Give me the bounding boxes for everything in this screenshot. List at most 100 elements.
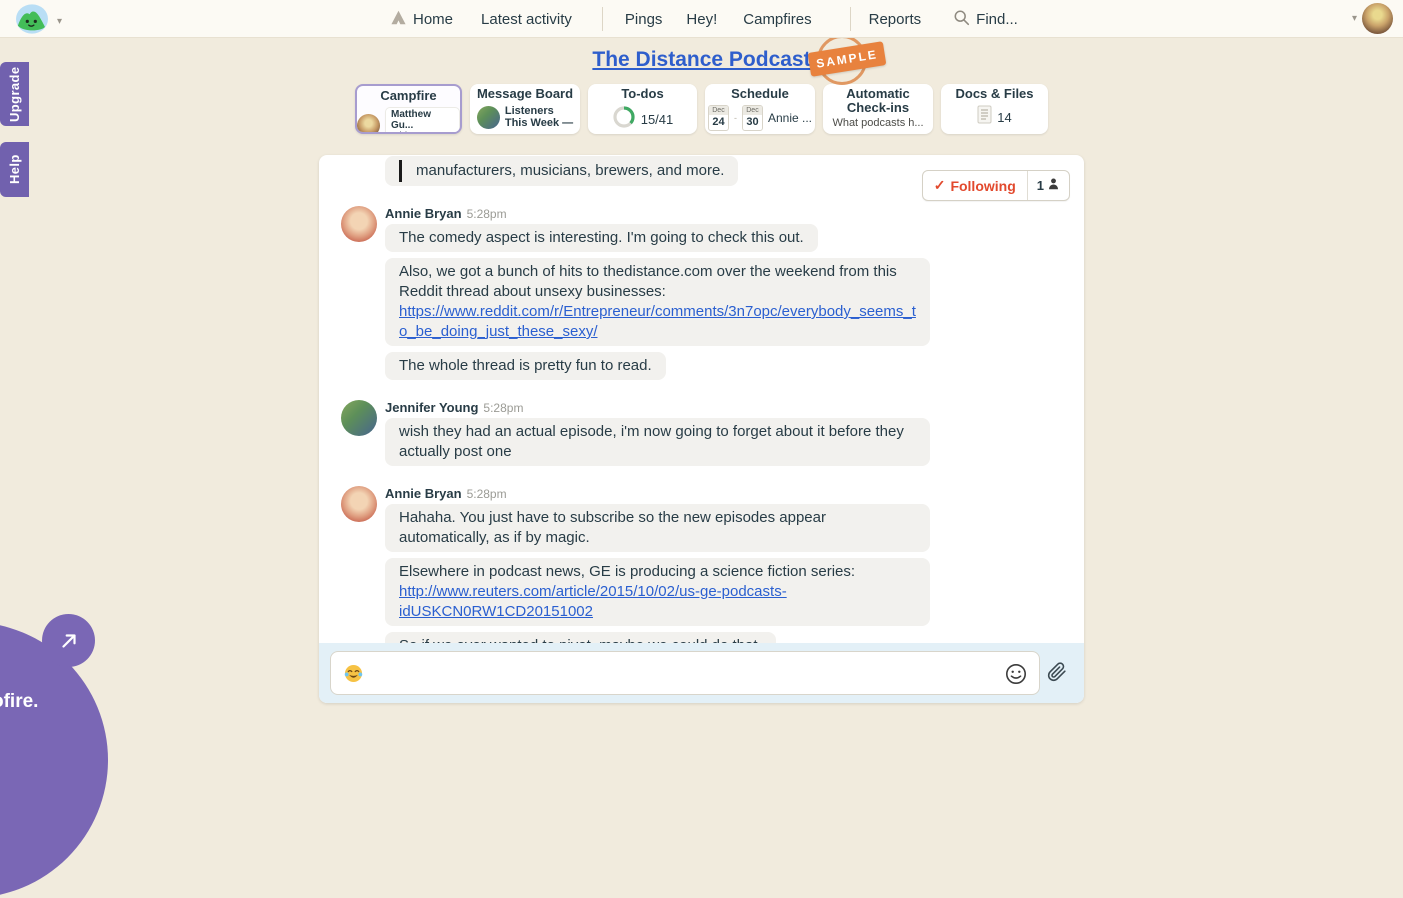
nav-pings[interactable]: Pings xyxy=(625,11,663,28)
nav-find-label: Find... xyxy=(976,11,1018,28)
top-navigation-bar: ▾ Home Latest activity Pings Hey! Campfi… xyxy=(0,0,1403,38)
message-bubble: Also, we got a bunch of hits to thedista… xyxy=(385,258,930,346)
message-header: Annie Bryan 5:28pm xyxy=(385,206,930,222)
message-text: The comedy aspect is interesting. I'm go… xyxy=(399,229,804,246)
message-bubble: Elsewhere in podcast news, GE is produci… xyxy=(385,558,930,626)
chat-message-list[interactable]: manufacturers, musicians, brewers, and m… xyxy=(319,155,1084,643)
attachment-paperclip-icon[interactable] xyxy=(1047,661,1069,685)
message-text: wish they had an actual episode, i'm now… xyxy=(399,423,904,460)
basecamp-logo-menu[interactable]: ▾ xyxy=(13,3,62,40)
calendar-tile-1: Dec 24 xyxy=(708,105,729,131)
avatar-jennifer-small xyxy=(477,106,500,129)
schedule-preview: Annie ... xyxy=(768,111,812,125)
chat-message-partial: manufacturers, musicians, brewers, and m… xyxy=(341,156,964,192)
emoji-picker-icon[interactable] xyxy=(1004,662,1028,686)
checkins-preview: What podcasts h... xyxy=(823,117,933,129)
nav-reports[interactable]: Reports xyxy=(869,11,922,28)
message-bubble: manufacturers, musicians, brewers, and m… xyxy=(385,156,738,186)
calendar-month: Dec xyxy=(743,106,762,115)
message-text: Hahaha. You just have to subscribe so th… xyxy=(399,509,826,546)
message-bubble: wish they had an actual episode, i'm now… xyxy=(385,418,930,466)
calendar-day: 24 xyxy=(709,115,728,130)
nav-latest-activity[interactable]: Latest activity xyxy=(481,11,572,28)
nav-campfires[interactable]: Campfires xyxy=(743,11,811,28)
nav-home-label: Home xyxy=(413,11,453,28)
card-docs-files[interactable]: Docs & Files 14 xyxy=(941,84,1048,134)
avatar-annie-bryan[interactable] xyxy=(341,206,377,242)
person-icon xyxy=(1047,177,1060,194)
todos-progress-ring xyxy=(612,105,636,134)
following-button[interactable]: ✓ Following xyxy=(923,171,1027,200)
message-timestamp: 5:28pm xyxy=(483,401,523,415)
promo-expand-button[interactable] xyxy=(42,614,95,667)
card-schedule[interactable]: Schedule Dec 24 - Dec 30 Annie ... xyxy=(705,84,815,134)
calendar-dash: - xyxy=(734,113,737,123)
following-label: Following xyxy=(950,178,1015,194)
chat-message-group: Annie Bryan 5:28pm The comedy aspect is i… xyxy=(341,206,964,386)
upgrade-tab[interactable]: Upgrade xyxy=(0,62,29,126)
message-link-reuters[interactable]: http://www.reuters.com/article/2015/10/0… xyxy=(399,583,787,620)
message-timestamp: 5:28pm xyxy=(467,487,507,501)
card-todos-title: To-dos xyxy=(588,87,697,101)
calendar-day: 30 xyxy=(743,115,762,130)
project-tools-row: Campfire Matthew Gu... _this_ Message Bo… xyxy=(355,84,1048,134)
chat-composer xyxy=(319,643,1084,703)
chat-message-group: Annie Bryan 5:28pm Hahaha. You just have … xyxy=(341,486,964,643)
card-checkins[interactable]: Automatic Check-ins What podcasts h... xyxy=(823,84,933,134)
help-tab[interactable]: Help xyxy=(0,142,29,197)
nav-menu: Home Latest activity Pings Hey! Campfire… xyxy=(390,0,1018,38)
message-board-line2: This Week — xyxy=(505,117,573,129)
campfire-preview: Matthew Gu... _this_ xyxy=(385,107,460,134)
campfire-preview-author: Matthew Gu... xyxy=(391,109,454,131)
message-text: manufacturers, musicians, brewers, and m… xyxy=(416,162,724,179)
card-message-board[interactable]: Message Board Listeners This Week — xyxy=(470,84,580,134)
subscriber-count: 1 xyxy=(1037,178,1044,193)
user-account-menu[interactable]: ▾ xyxy=(1352,3,1393,34)
sample-stamp: SAMPLE xyxy=(815,34,873,88)
message-header: Jennifer Young 5:28pm xyxy=(385,400,930,416)
document-icon xyxy=(977,105,992,129)
card-campfire-title: Campfire xyxy=(357,89,460,103)
basecamp-campfire-page: { "nav": { "home": "Home", "latest_activ… xyxy=(0,0,1403,720)
avatar-jennifer-young[interactable] xyxy=(341,400,377,436)
message-bubble: The whole thread is pretty fun to read. xyxy=(385,352,666,380)
todos-progress-label: 15/41 xyxy=(641,112,674,127)
check-icon: ✓ xyxy=(934,177,946,194)
project-title[interactable]: The Distance Podcast xyxy=(0,48,1403,72)
nav-hey[interactable]: Hey! xyxy=(686,11,717,28)
promo-blob xyxy=(0,622,108,898)
campfire-preview-text: _this_ xyxy=(391,131,454,134)
user-avatar xyxy=(1362,3,1393,34)
quote-bar xyxy=(399,160,402,182)
card-docs-files-title: Docs & Files xyxy=(941,87,1048,101)
laughing-crying-emoji xyxy=(344,664,363,683)
nav-divider xyxy=(850,7,851,31)
message-board-line1: Listeners xyxy=(505,105,573,117)
message-author: Jennifer Young xyxy=(385,400,478,415)
message-timestamp: 5:28pm xyxy=(467,207,507,221)
home-tent-icon xyxy=(390,9,407,30)
following-control: ✓ Following 1 xyxy=(922,170,1070,201)
subscribers-button[interactable]: 1 xyxy=(1028,171,1069,200)
search-icon xyxy=(953,9,970,30)
promo-campfire-text: ofire. xyxy=(0,691,38,713)
chat-input[interactable] xyxy=(330,651,1040,695)
avatar-annie-bryan[interactable] xyxy=(341,486,377,522)
message-bubble: So if we ever wanted to pivot, maybe we … xyxy=(385,632,776,643)
message-header: Annie Bryan 5:28pm xyxy=(385,486,930,502)
chat-message-group: Jennifer Young 5:28pm wish they had an ac… xyxy=(341,400,964,472)
card-campfire[interactable]: Campfire Matthew Gu... _this_ xyxy=(355,84,462,134)
nav-home[interactable]: Home xyxy=(390,9,453,30)
user-caret-icon: ▾ xyxy=(1352,13,1357,24)
avatar-matthew xyxy=(357,114,380,134)
nav-find[interactable]: Find... xyxy=(953,9,1018,30)
card-todos[interactable]: To-dos 15/41 xyxy=(588,84,697,134)
message-author: Annie Bryan xyxy=(385,486,462,501)
message-text: Elsewhere in podcast news, GE is produci… xyxy=(399,563,855,580)
basecamp-logo-icon xyxy=(13,3,51,40)
message-text: The whole thread is pretty fun to read. xyxy=(399,357,652,374)
message-author: Annie Bryan xyxy=(385,206,462,221)
card-checkins-title: Automatic Check-ins xyxy=(823,87,933,115)
docs-files-count: 14 xyxy=(997,110,1011,125)
message-link-reddit[interactable]: https://www.reddit.com/r/Entrepreneur/co… xyxy=(399,303,916,340)
